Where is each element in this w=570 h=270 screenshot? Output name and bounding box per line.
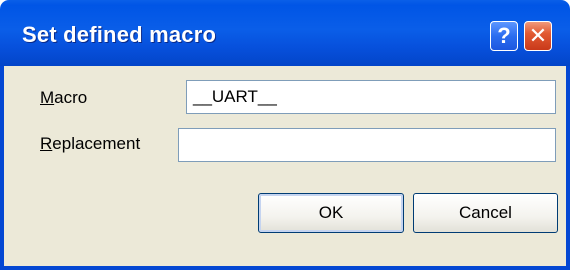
- replacement-label-text: eplacement: [52, 134, 141, 153]
- replacement-label: Replacement: [40, 134, 140, 154]
- macro-label-text: acro: [54, 88, 88, 107]
- macro-label: Macro: [40, 88, 87, 108]
- help-icon: ?: [497, 23, 511, 48]
- macro-label-accelerator: M: [40, 88, 55, 107]
- dialog-title: Set defined macro: [22, 22, 217, 47]
- close-button[interactable]: ✕: [524, 21, 552, 51]
- ok-button[interactable]: OK: [258, 193, 404, 233]
- close-icon: ✕: [528, 23, 548, 48]
- set-defined-macro-dialog: Set defined macro ? ✕ Macro __UART__ Rep…: [0, 0, 570, 270]
- replacement-label-accelerator: R: [40, 134, 53, 153]
- title-bar[interactable]: Set defined macro ? ✕: [0, 0, 570, 66]
- cancel-button[interactable]: Cancel: [413, 193, 558, 233]
- help-button[interactable]: ?: [490, 21, 518, 51]
- replacement-input[interactable]: [178, 128, 556, 162]
- macro-input[interactable]: __UART__: [186, 80, 556, 114]
